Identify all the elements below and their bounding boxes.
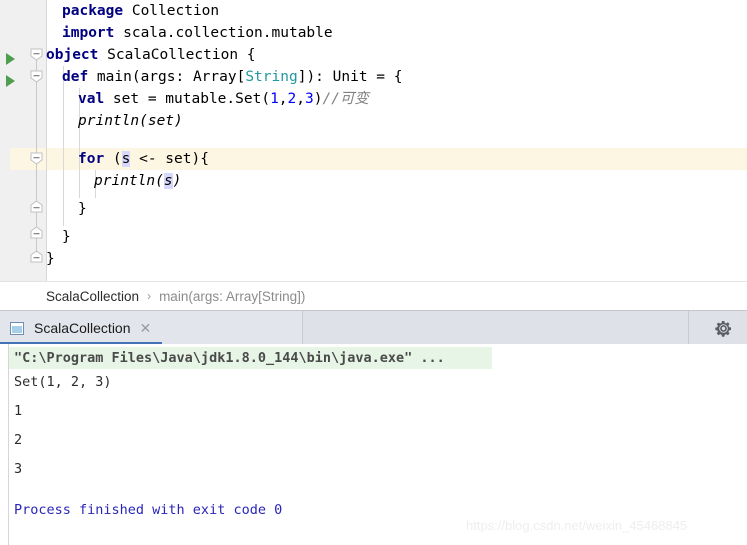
code-token: main(args: Array[ (96, 69, 246, 85)
code-token: , (278, 91, 288, 107)
ide-window: package Collection import scala.collectio… (0, 0, 747, 545)
code-token: for (78, 151, 113, 167)
breadcrumb-separator-icon: › (147, 289, 152, 303)
tabbar-divider (302, 311, 303, 345)
run-arrow-icon[interactable] (6, 53, 15, 65)
console-line: "C:\Program Files\Java\jdk1.8.0_144\bin\… (14, 350, 445, 366)
console-line: Set(1, 2, 3) (14, 374, 112, 390)
console-output[interactable]: "C:\Program Files\Java\jdk1.8.0_144\bin\… (0, 344, 747, 545)
watermark: https://blog.csdn.net/weixin_45468845 (466, 518, 688, 533)
console-line: 3 (14, 461, 23, 477)
run-arrow-icon[interactable] (6, 75, 15, 87)
code-token: //可变 (322, 91, 369, 107)
code-line: println(s) (46, 170, 181, 192)
fold-collapse-icon[interactable] (30, 48, 43, 61)
gear-icon[interactable] (714, 319, 733, 338)
console-gutter-line (8, 344, 9, 545)
code-token: set = mutable.Set( (112, 91, 271, 107)
code-token: ) (172, 173, 182, 189)
code-token: ScalaCollection { (107, 47, 256, 63)
code-token: String (245, 69, 298, 85)
code-line: def main(args: Array[String]): Unit = { (46, 66, 402, 88)
console-line: 1 (14, 403, 23, 419)
code-token: , (296, 91, 305, 107)
code-line: import scala.collection.mutable (46, 22, 333, 44)
fold-end-icon[interactable] (30, 200, 43, 213)
code-token: ( (112, 151, 122, 167)
console-line: Process finished with exit code 0 (14, 502, 283, 518)
code-token: object (46, 47, 108, 63)
code-line: println(set) (46, 110, 183, 132)
code-token: 1 (270, 91, 279, 107)
console-tabbar: ScalaCollection ✕ (0, 310, 747, 345)
code-token: val (78, 91, 113, 107)
code-token: scala.collection.mutable (123, 25, 333, 41)
fold-end-icon[interactable] (30, 250, 43, 263)
code-line: for (s <- set){ (46, 148, 209, 170)
code-line: } (46, 248, 55, 270)
code-token: <- set){ (130, 151, 209, 167)
code-token: Collection (131, 3, 220, 19)
code-token: } (78, 201, 87, 217)
code-token: ]): Unit = { (297, 69, 403, 85)
breadcrumb-class[interactable]: ScalaCollection (46, 289, 139, 304)
console-icon (10, 321, 24, 335)
code-token: println( (94, 173, 164, 189)
code-token: 3 (305, 91, 314, 107)
code-token: } (62, 229, 71, 245)
close-icon[interactable]: ✕ (140, 321, 152, 335)
fold-end-icon[interactable] (30, 226, 43, 239)
code-line: val set = mutable.Set(1,2,3)//可变 (46, 88, 369, 110)
tabbar-divider-right (688, 311, 689, 345)
code-token: package (62, 3, 132, 19)
code-token: def (62, 69, 97, 85)
tab-label: ScalaCollection (34, 320, 131, 336)
console-line: 2 (14, 432, 23, 448)
code-token: println(set) (78, 113, 183, 129)
code-line: } (46, 198, 87, 220)
breadcrumb-method[interactable]: main(args: Array[String]) (159, 289, 305, 304)
code-editor[interactable]: package Collection import scala.collectio… (0, 0, 747, 281)
breadcrumb[interactable]: ScalaCollection › main(args: Array[Strin… (0, 281, 747, 310)
code-token: import (62, 25, 124, 41)
code-token: s (163, 173, 173, 189)
fold-collapse-icon[interactable] (30, 152, 43, 165)
code-line: package Collection (46, 0, 219, 22)
tab-scalacollection[interactable]: ScalaCollection ✕ (0, 311, 302, 345)
code-token: } (46, 251, 55, 267)
code-line: object ScalaCollection { (46, 44, 256, 66)
code-token: 2 (287, 91, 297, 107)
code-line: } (46, 226, 71, 248)
fold-collapse-icon[interactable] (30, 70, 43, 83)
code-lines: package Collection import scala.collectio… (0, 0, 747, 281)
